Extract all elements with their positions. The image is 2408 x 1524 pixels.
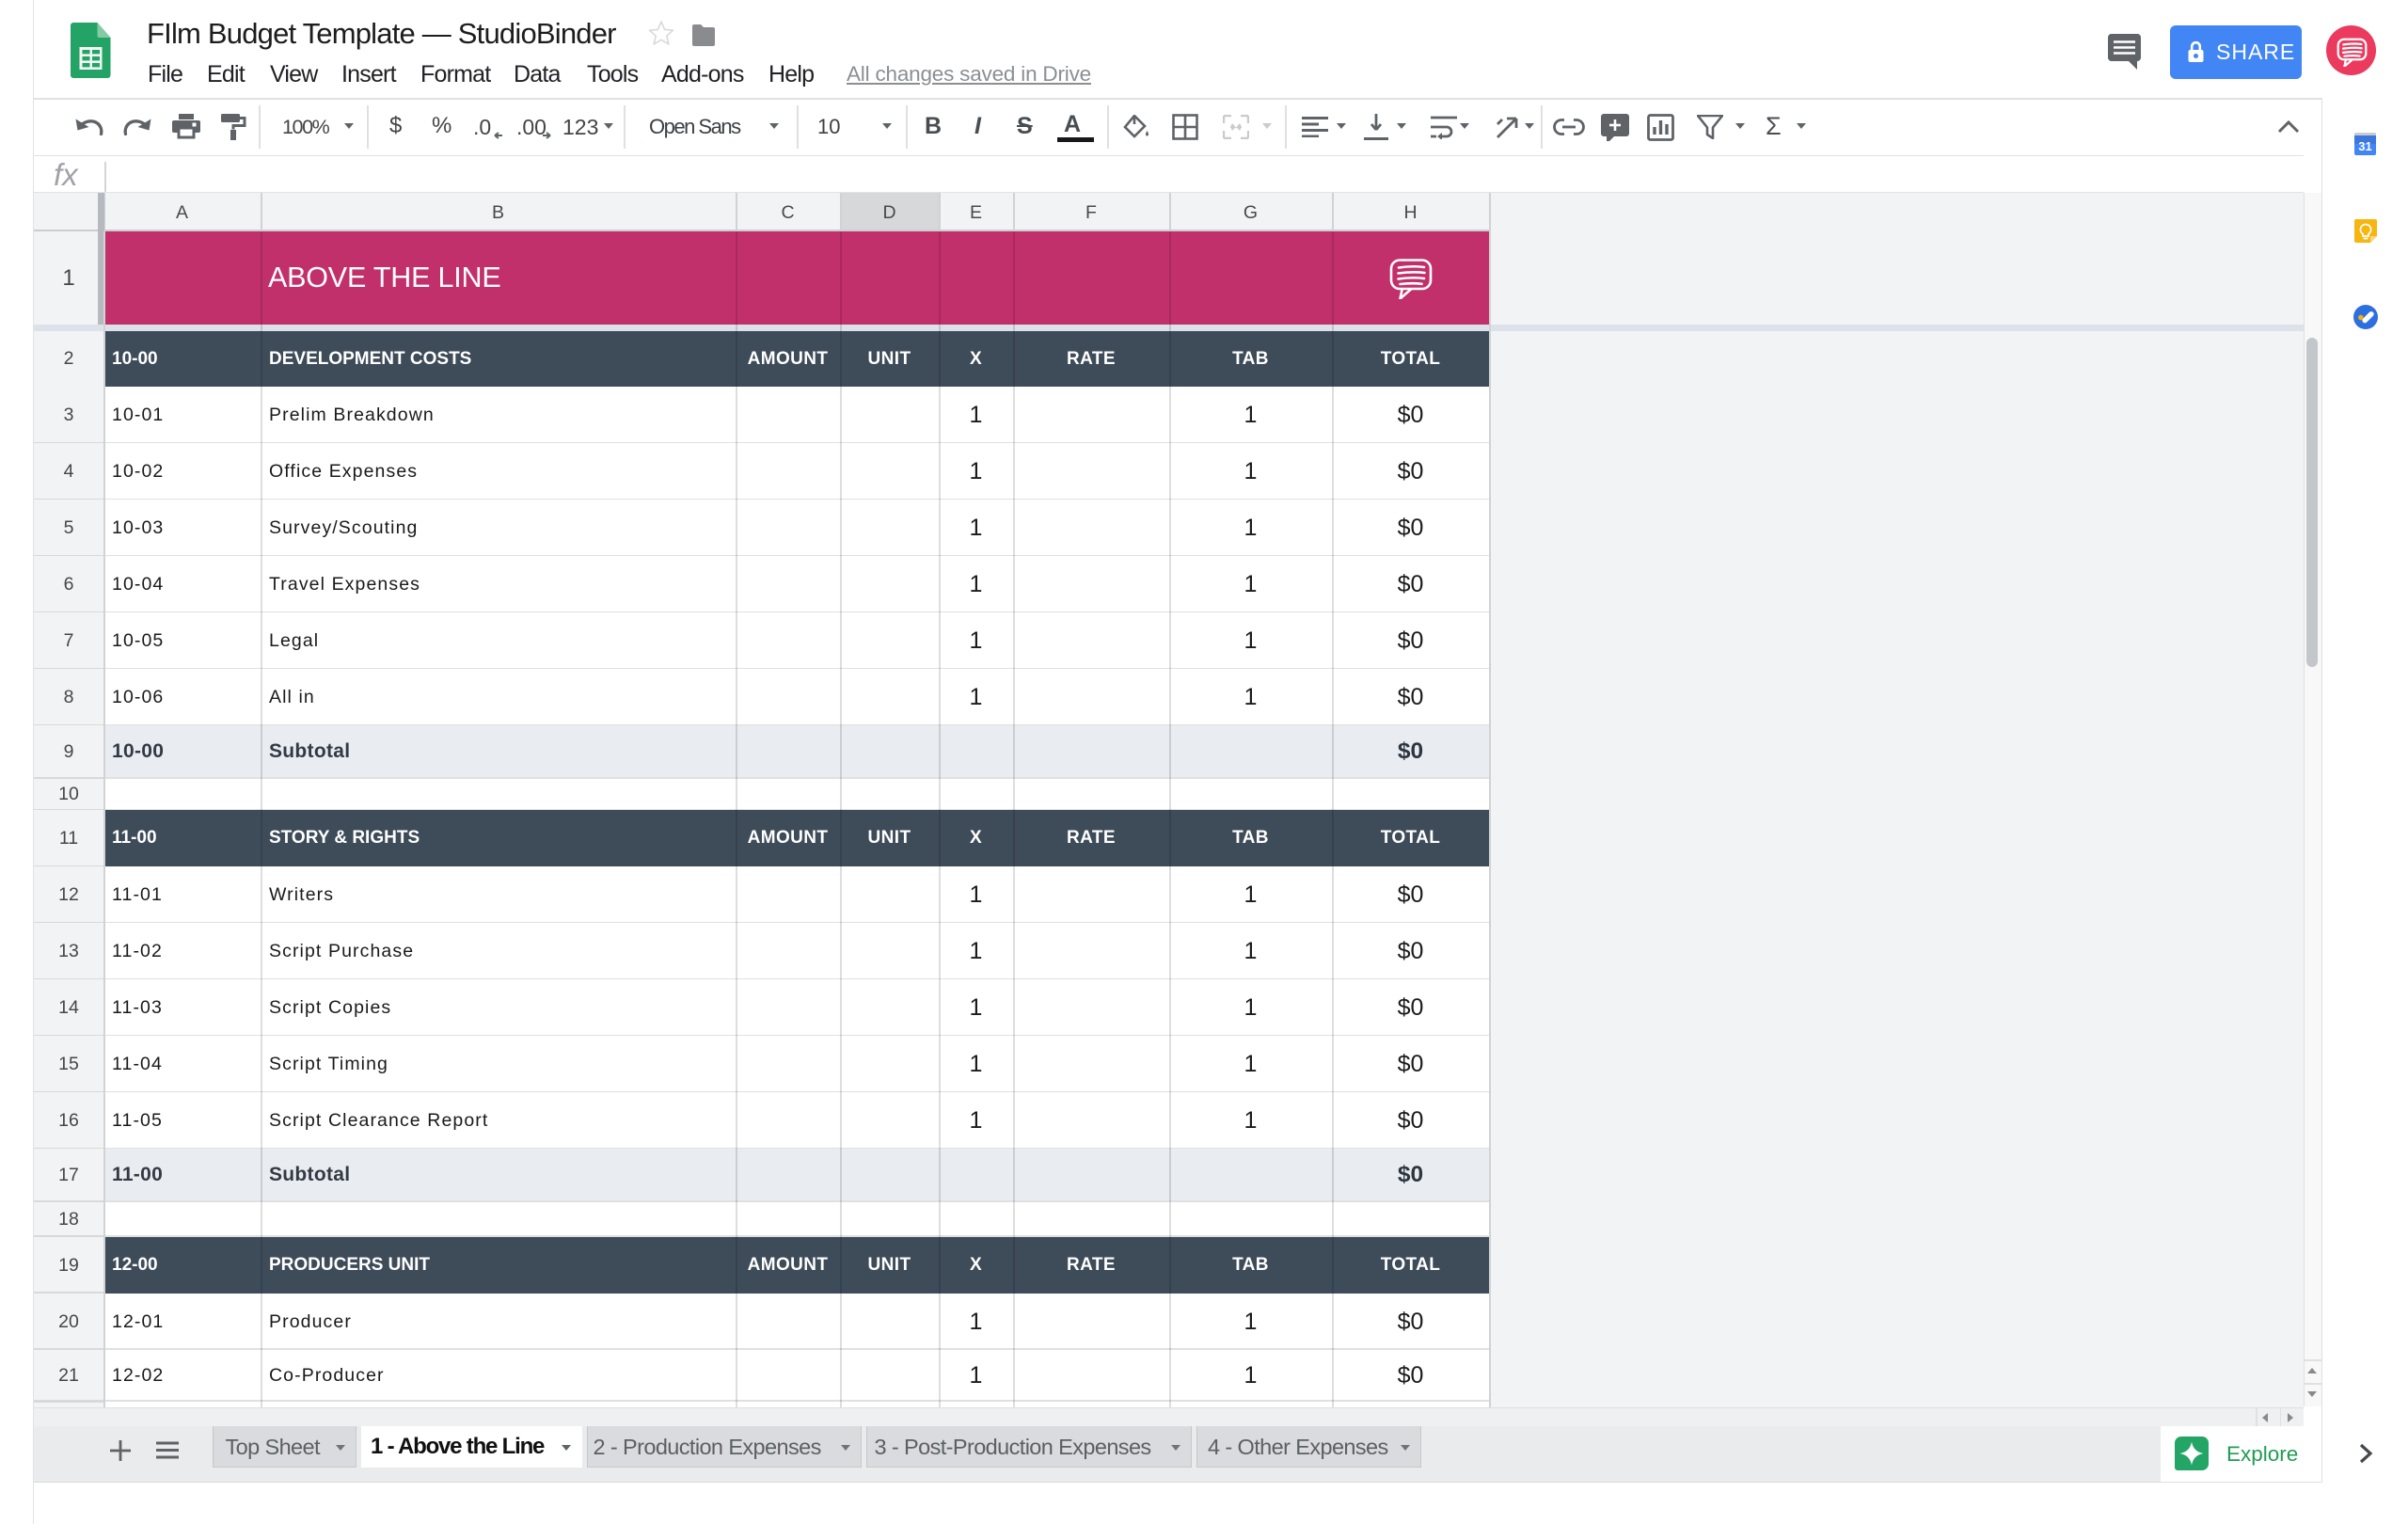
svg-text:31: 31 xyxy=(2358,139,2371,153)
